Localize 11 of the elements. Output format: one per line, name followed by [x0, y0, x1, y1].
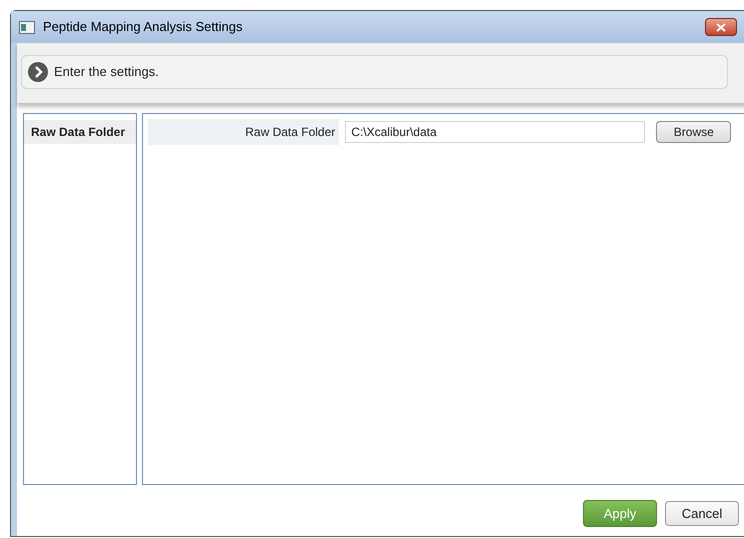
arrow-circle-icon [28, 62, 48, 82]
close-icon [716, 22, 726, 32]
browse-button[interactable]: Browse [656, 121, 732, 143]
sidebar-item[interactable]: Raw Data Folder [24, 120, 136, 144]
field-label: Raw Data Folder [148, 119, 340, 145]
window-title: Peptide Mapping Analysis Settings [43, 18, 242, 36]
info-message: Enter the settings. [54, 63, 159, 82]
folder-path-field[interactable]: C:\Xcalibur\data [345, 121, 646, 143]
cancel-button[interactable]: Cancel [665, 501, 739, 526]
close-button[interactable] [705, 18, 737, 36]
app-icon [19, 20, 35, 34]
